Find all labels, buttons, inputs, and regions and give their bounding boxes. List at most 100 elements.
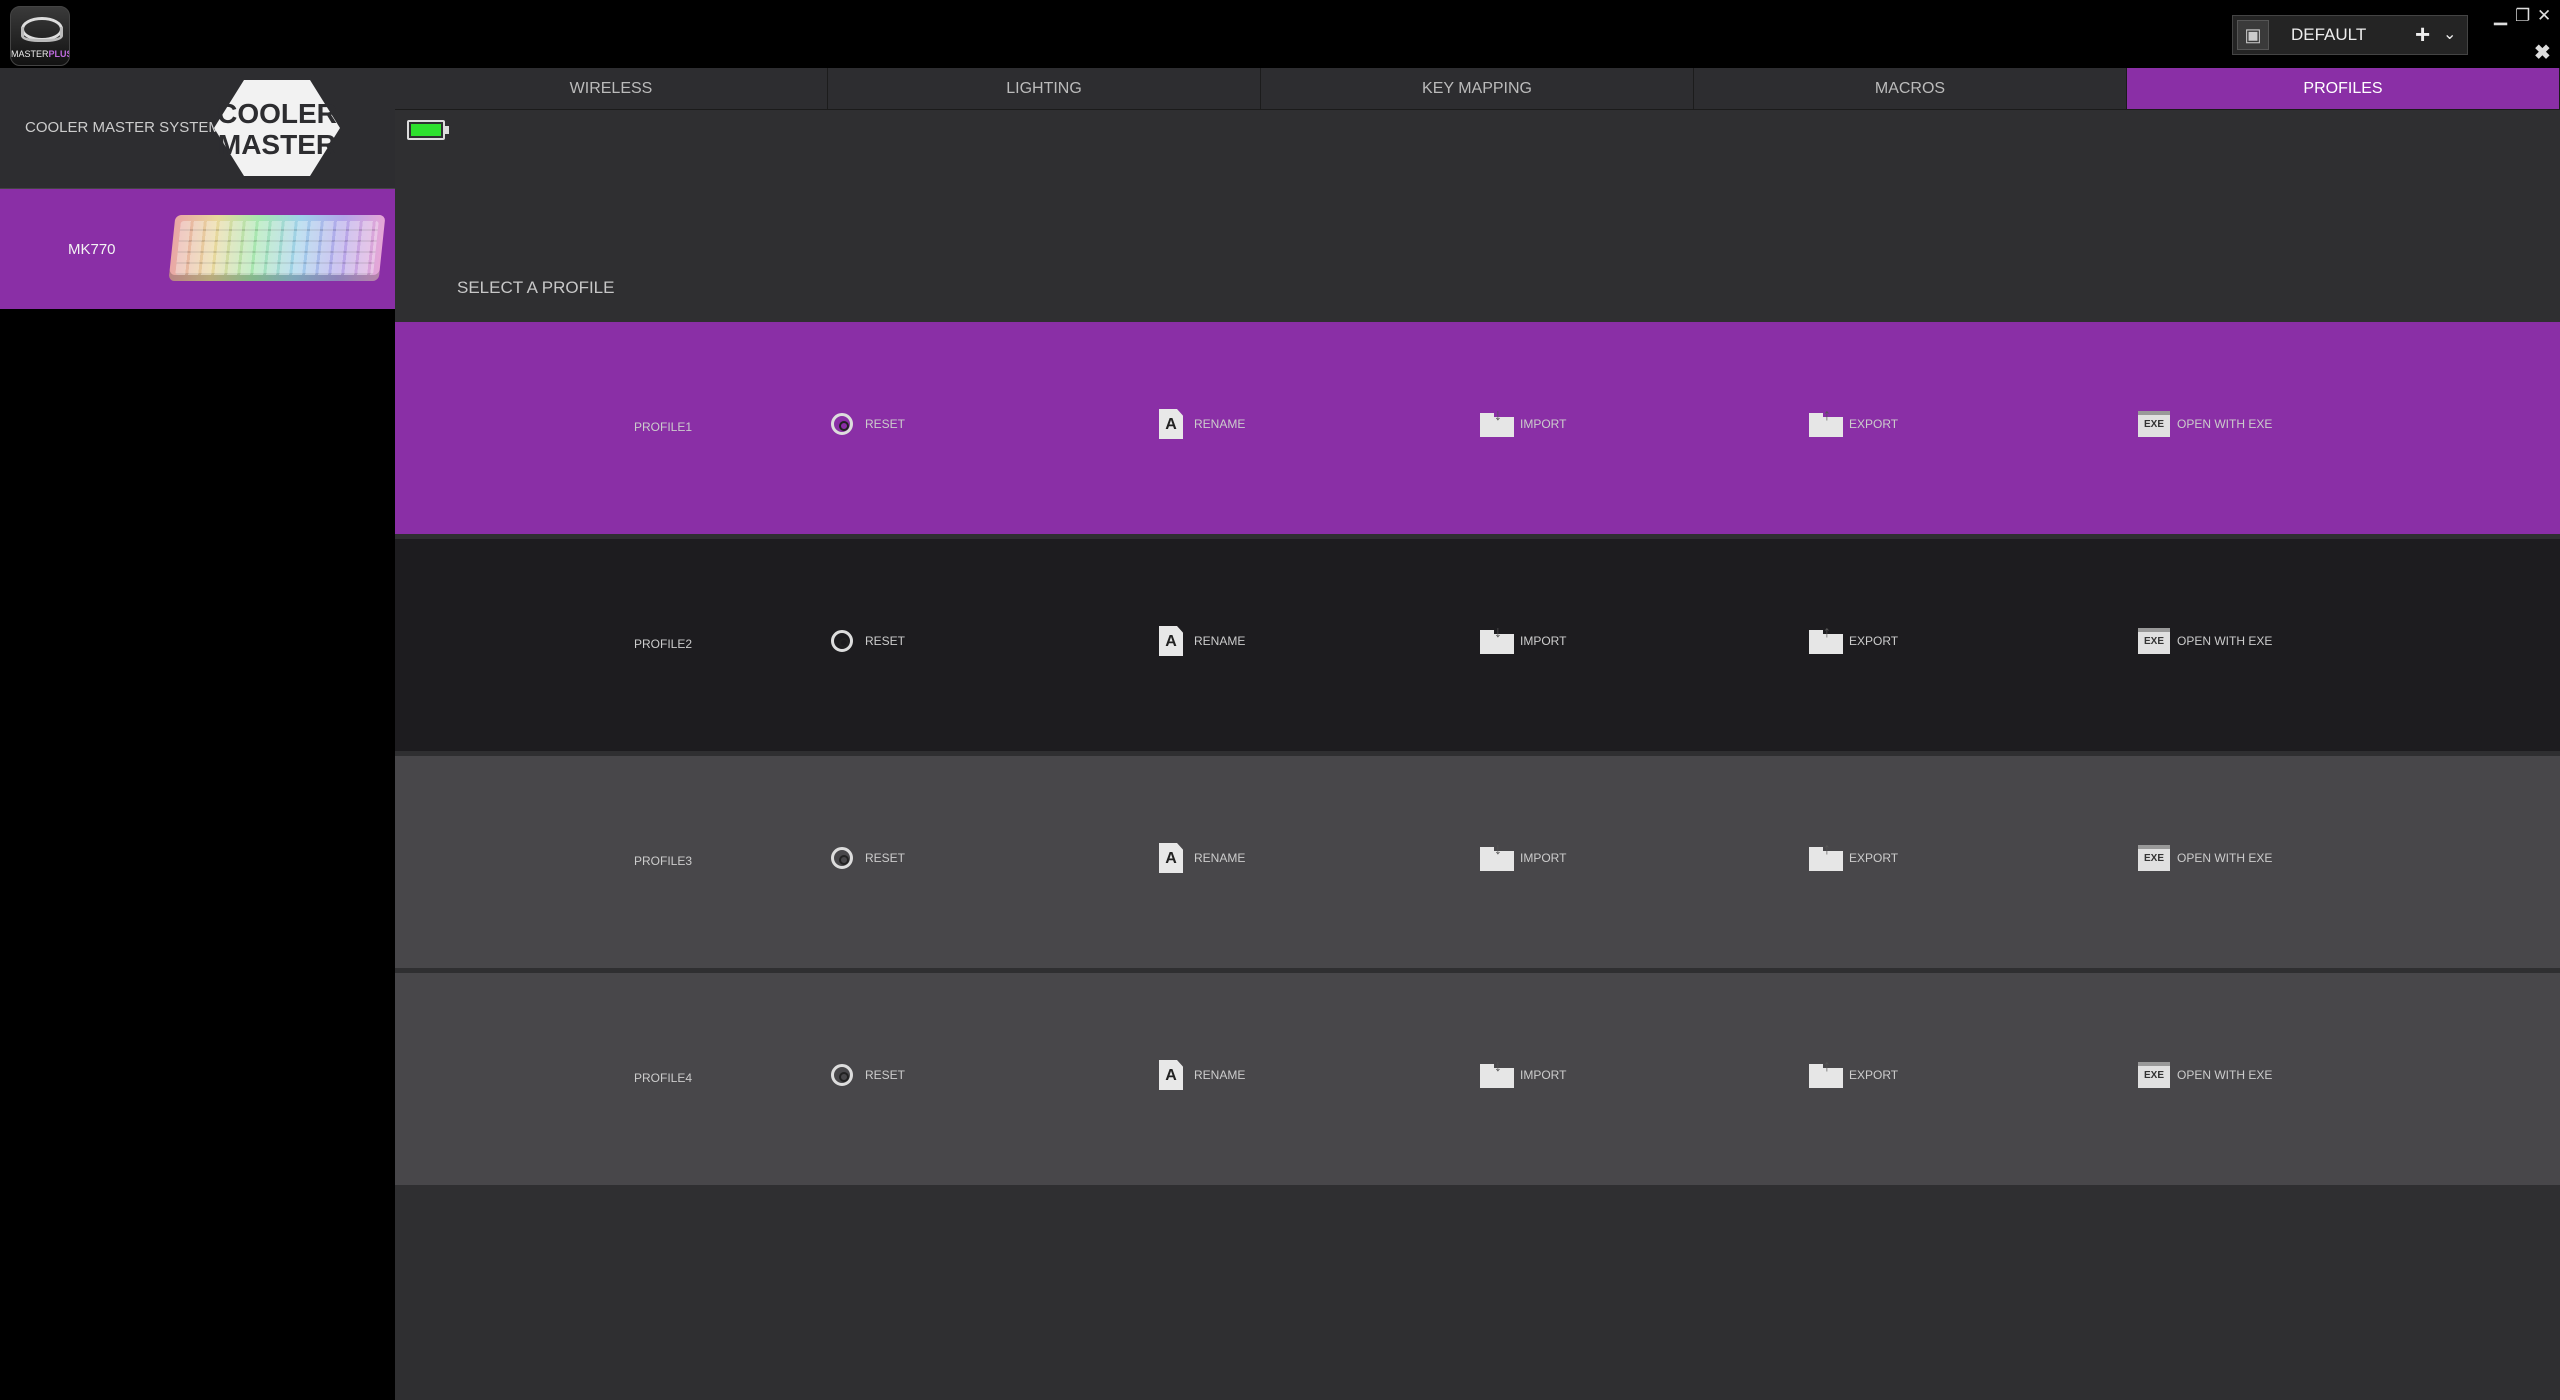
cooler-master-logo: COOLER MASTER: [214, 80, 340, 176]
rename-icon: A: [1159, 626, 1183, 656]
profile-row-2[interactable]: PROFILE2 RESET A RENAME ↓ IMPORT ↑ EXPOR…: [395, 539, 2560, 751]
open-with-exe-button[interactable]: EXE OPEN WITH EXE: [2137, 621, 2272, 661]
open-with-exe-label: OPEN WITH EXE: [2177, 634, 2273, 648]
exe-icon: EXE: [2138, 845, 2170, 871]
export-icon: ↑: [1809, 1058, 1843, 1088]
import-button[interactable]: ↓ IMPORT: [1480, 1055, 1566, 1095]
export-button[interactable]: ↑ EXPORT: [1809, 404, 1898, 444]
restore-button[interactable]: ❐: [2515, 6, 2530, 26]
export-icon: ↑: [1809, 407, 1843, 437]
reset-label: RESET: [865, 1068, 906, 1082]
import-button[interactable]: ↓ IMPORT: [1480, 621, 1566, 661]
image-icon[interactable]: ▣: [2237, 20, 2269, 50]
import-label: IMPORT: [1520, 851, 1567, 865]
rename-button[interactable]: A RENAME: [1154, 404, 1245, 444]
reset-button[interactable]: RESET: [825, 838, 905, 878]
open-with-exe-button[interactable]: EXE OPEN WITH EXE: [2137, 838, 2272, 878]
plus-icon[interactable]: +: [2415, 19, 2430, 50]
import-button[interactable]: ↓ IMPORT: [1480, 404, 1566, 444]
exe-icon: EXE: [2138, 628, 2170, 654]
reset-button[interactable]: RESET: [825, 404, 905, 444]
reset-icon: [831, 847, 853, 869]
rename-label: RENAME: [1194, 634, 1246, 648]
tab-lighting[interactable]: LIGHTING: [828, 68, 1261, 109]
open-with-exe-label: OPEN WITH EXE: [2177, 1068, 2273, 1082]
profile-name: PROFILE3: [634, 854, 693, 868]
main-panel: WIRELESS LIGHTING KEY MAPPING MACROS PRO…: [395, 68, 2560, 1400]
logo-text-plus: PLUS+: [48, 49, 69, 59]
tab-key-mapping[interactable]: KEY MAPPING: [1261, 68, 1694, 109]
masterplus-logo: MASTERPLUS+: [10, 6, 70, 66]
select-profile-label: SELECT A PROFILE: [457, 278, 615, 297]
rename-label: RENAME: [1194, 851, 1246, 865]
tab-wireless[interactable]: WIRELESS: [395, 68, 828, 109]
logo-line2: MASTER: [218, 129, 336, 160]
profile-row-1[interactable]: PROFILE1 RESET A RENAME ↓ IMPORT ↑ EXPOR…: [395, 322, 2560, 534]
rename-icon: A: [1159, 409, 1183, 439]
keyboard-image: [168, 215, 386, 281]
exe-icon: EXE: [2138, 411, 2170, 437]
profile-selector[interactable]: ▣ DEFAULT + ⌄: [2232, 15, 2468, 55]
profile-name: PROFILE1: [634, 420, 693, 434]
import-label: IMPORT: [1520, 417, 1567, 431]
profile-name: PROFILE4: [634, 1071, 693, 1085]
reset-label: RESET: [865, 634, 906, 648]
profile-selector-label: DEFAULT: [2291, 25, 2367, 44]
profile-name: PROFILE2: [634, 637, 693, 651]
profile-row-4[interactable]: PROFILE4 RESET A RENAME ↓ IMPORT ↑ EXPOR…: [395, 973, 2560, 1185]
open-with-exe-label: OPEN WITH EXE: [2177, 851, 2273, 865]
import-button[interactable]: ↓ IMPORT: [1480, 838, 1566, 878]
open-with-exe-label: OPEN WITH EXE: [2177, 417, 2273, 431]
logo-line1: COOLER: [217, 98, 337, 129]
import-icon: ↓: [1480, 624, 1514, 654]
sidebar-item-label: COOLER MASTER SYSTEM: [25, 119, 221, 136]
minimize-button[interactable]: ▁: [2494, 6, 2507, 26]
export-label: EXPORT: [1849, 634, 1899, 648]
tab-profiles[interactable]: PROFILES: [2127, 68, 2560, 109]
tab-bar: WIRELESS LIGHTING KEY MAPPING MACROS PRO…: [395, 68, 2560, 110]
reset-button[interactable]: RESET: [825, 1055, 905, 1095]
title-bar: MASTERPLUS+ ▣ DEFAULT + ⌄ ▁ ❐ ✕ ✖: [0, 0, 2560, 68]
device-label: MK770: [68, 241, 116, 258]
battery-icon: [407, 120, 449, 140]
export-button[interactable]: ↑ EXPORT: [1809, 621, 1898, 661]
import-label: IMPORT: [1520, 1068, 1567, 1082]
rename-label: RENAME: [1194, 1068, 1246, 1082]
profile-row-3[interactable]: PROFILE3 RESET A RENAME ↓ IMPORT ↑ EXPOR…: [395, 756, 2560, 968]
close-button[interactable]: ✕: [2537, 6, 2551, 26]
battery-fill: [411, 124, 441, 136]
open-with-exe-button[interactable]: EXE OPEN WITH EXE: [2137, 404, 2272, 444]
rename-button[interactable]: A RENAME: [1154, 621, 1245, 661]
export-button[interactable]: ↑ EXPORT: [1809, 838, 1898, 878]
export-label: EXPORT: [1849, 1068, 1899, 1082]
import-icon: ↓: [1480, 841, 1514, 871]
logo-text: MASTER: [11, 49, 49, 59]
export-label: EXPORT: [1849, 417, 1899, 431]
rename-icon: A: [1159, 1060, 1183, 1090]
reset-label: RESET: [865, 417, 906, 431]
tab-macros[interactable]: MACROS: [1694, 68, 2127, 109]
export-icon: ↑: [1809, 841, 1843, 871]
pin-icon[interactable]: ✖: [2534, 40, 2551, 65]
rename-icon: A: [1159, 843, 1183, 873]
sidebar-item-mk770[interactable]: MK770: [0, 189, 395, 309]
reset-label: RESET: [865, 851, 906, 865]
rename-label: RENAME: [1194, 417, 1246, 431]
reset-icon: [831, 1064, 853, 1086]
import-icon: ↓: [1480, 1058, 1514, 1088]
reset-button[interactable]: RESET: [825, 621, 905, 661]
open-with-exe-button[interactable]: EXE OPEN WITH EXE: [2137, 1055, 2272, 1095]
exe-icon: EXE: [2138, 1062, 2170, 1088]
export-icon: ↑: [1809, 624, 1843, 654]
reset-icon: [831, 413, 853, 435]
chevron-down-icon[interactable]: ⌄: [2443, 24, 2456, 44]
rename-button[interactable]: A RENAME: [1154, 838, 1245, 878]
sidebar-item-cooler-master-system[interactable]: COOLER MASTER SYSTEM COOLER MASTER: [0, 68, 395, 189]
export-label: EXPORT: [1849, 851, 1899, 865]
sidebar: COOLER MASTER SYSTEM COOLER MASTER MK770: [0, 68, 395, 1400]
export-button[interactable]: ↑ EXPORT: [1809, 1055, 1898, 1095]
import-label: IMPORT: [1520, 634, 1567, 648]
rename-button[interactable]: A RENAME: [1154, 1055, 1245, 1095]
reset-icon: [831, 630, 853, 652]
import-icon: ↓: [1480, 407, 1514, 437]
